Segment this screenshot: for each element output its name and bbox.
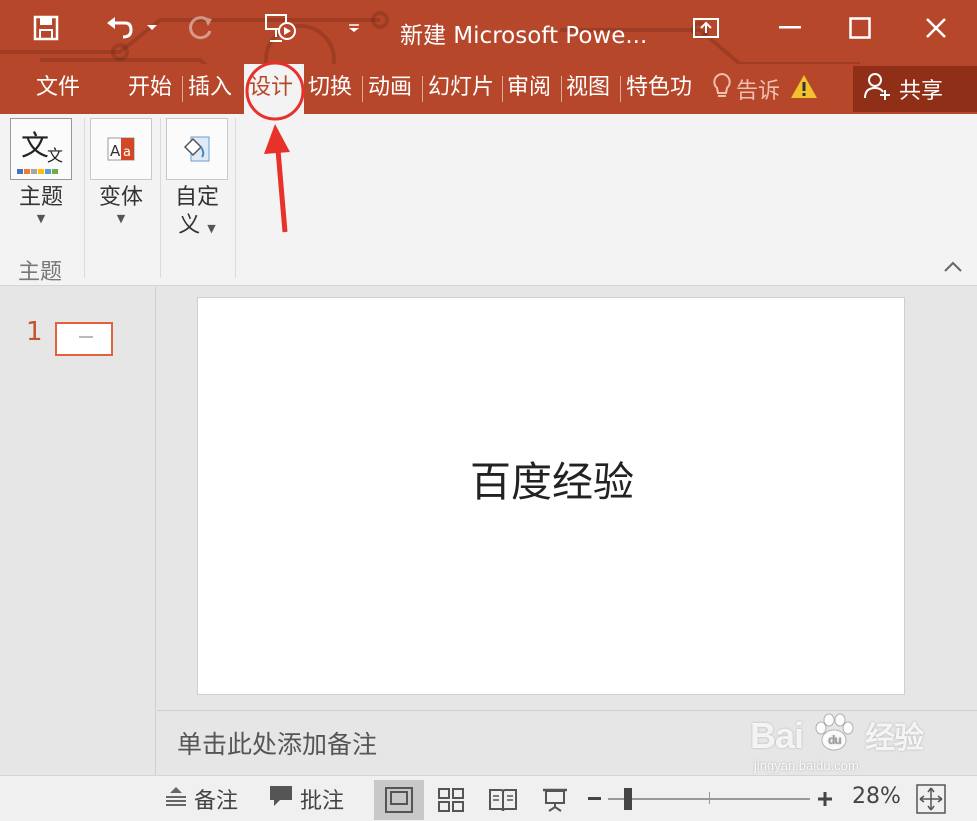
tab-separator <box>620 76 621 102</box>
share-label: 共享 <box>899 79 944 104</box>
svg-text:文: 文 <box>47 146 63 165</box>
svg-text:A: A <box>110 142 121 160</box>
tab-design[interactable]: 设计 <box>244 64 304 114</box>
reading-view-button[interactable] <box>478 780 528 820</box>
lightbulb-icon <box>712 72 732 106</box>
slide-sorter-icon <box>438 788 464 812</box>
paw-logo-icon: du <box>803 713 865 756</box>
slideshow-view-button[interactable] <box>530 780 580 820</box>
fit-slide-to-window-icon[interactable] <box>916 776 946 821</box>
slide-number: 1 <box>26 317 43 347</box>
ribbon-group-label: 主题 <box>18 260 63 285</box>
collapse-ribbon-icon[interactable] <box>943 258 963 277</box>
share-button[interactable]: 共享 <box>853 66 977 112</box>
svg-text:a: a <box>123 145 131 160</box>
reading-view-icon <box>489 789 517 812</box>
comments-toggle-label: 批注 <box>300 789 345 814</box>
themes-icon: 文 文 <box>10 118 72 180</box>
tab-transitions[interactable]: 切换 <box>308 64 352 114</box>
slide-editing-pane: 百度经验 单击此处添加备注 <box>157 287 977 775</box>
save-icon[interactable] <box>26 10 66 46</box>
tab-review[interactable]: 审阅 <box>507 64 551 114</box>
presentation-icon <box>543 788 567 812</box>
customize-icon <box>166 118 228 180</box>
ribbon-display-options-icon[interactable] <box>682 8 730 48</box>
watermark-brand: Bai <box>750 715 804 756</box>
notes-toggle-label: 备注 <box>194 789 239 814</box>
normal-view-icon <box>385 787 413 813</box>
group-separator <box>160 118 161 278</box>
customize-label-line1: 自定 <box>174 185 219 210</box>
themes-button[interactable]: 文 文 主题 ▼ <box>10 118 72 225</box>
window-title: 新建 Microsoft Powe... <box>400 23 648 49</box>
tell-me-search[interactable]: 告诉 <box>712 64 818 114</box>
group-separator <box>84 118 85 278</box>
slide-thumbnails-pane: 1 <box>0 287 156 775</box>
notes-icon <box>164 785 188 813</box>
tab-insert[interactable]: 插入 <box>188 64 232 114</box>
tell-me-label: 告诉 <box>736 79 781 104</box>
tab-animations[interactable]: 动画 <box>368 64 412 114</box>
zoom-level[interactable]: 28% <box>852 784 901 809</box>
slide-thumbnail[interactable] <box>55 322 113 356</box>
dropdown-arrow-icon: ▼ <box>116 212 126 225</box>
notes-toggle-button[interactable]: 备注 <box>164 776 238 821</box>
zoom-in-icon[interactable] <box>817 776 833 821</box>
tab-separator <box>362 76 363 102</box>
watermark-url: jingyan.baidu.com <box>754 758 859 773</box>
maximize-icon[interactable] <box>836 8 884 48</box>
normal-view-button[interactable] <box>374 780 424 820</box>
baidu-jingyan-watermark: Bai du 经验 jingyan.baidu.com <box>750 712 924 773</box>
svg-text:du: du <box>828 733 841 747</box>
thumbnail-title-preview <box>79 336 93 338</box>
customize-label: 自定 义 ▼ <box>166 184 228 243</box>
tab-file[interactable]: 文件 <box>36 64 80 114</box>
notes-placeholder: 单击此处添加备注 <box>177 730 378 759</box>
tab-separator <box>561 76 562 102</box>
slide-canvas[interactable]: 百度经验 <box>197 297 905 695</box>
variants-icon: Aa <box>90 118 152 180</box>
customize-button[interactable]: 自定 义 ▼ <box>166 118 228 243</box>
variants-label: 变体 <box>98 185 143 210</box>
tab-separator <box>422 76 423 102</box>
zoom-out-icon[interactable] <box>588 776 602 821</box>
ribbon-tab-bar: 文件 开始 插入 设计 切换 动画 幻灯片 审阅 视图 特色功 告诉 共享 <box>0 64 977 114</box>
customize-toolbar-icon[interactable] <box>344 10 364 46</box>
comments-toggle-button[interactable]: 批注 <box>268 776 344 821</box>
close-icon[interactable] <box>912 8 960 48</box>
redo-icon[interactable] <box>184 10 218 46</box>
tab-view[interactable]: 视图 <box>566 64 610 114</box>
minimize-icon[interactable] <box>766 8 814 48</box>
tab-featured[interactable]: 特色功 <box>626 64 698 114</box>
slide-title[interactable]: 百度经验 <box>198 448 906 508</box>
tab-slideshow[interactable]: 幻灯片 <box>428 64 494 114</box>
design-ribbon: 文 文 主题 ▼ Aa 变体 ▼ 自定 义 ▼ 主题 <box>0 114 977 286</box>
title-bar: 新建 Microsoft Powe... <box>0 0 977 64</box>
start-slideshow-icon[interactable] <box>262 10 298 46</box>
comment-icon <box>268 784 294 814</box>
variants-button[interactable]: Aa 变体 ▼ <box>90 118 152 225</box>
status-bar: 备注 批注 28% <box>0 775 977 821</box>
group-separator <box>235 118 236 278</box>
undo-icon[interactable] <box>102 10 136 46</box>
warning-icon[interactable] <box>790 73 818 105</box>
undo-dropdown-icon[interactable] <box>142 10 162 46</box>
customize-label-line2: 义 <box>178 213 201 238</box>
slide-sorter-view-button[interactable] <box>426 780 476 820</box>
add-person-icon <box>863 72 891 106</box>
zoom-slider-center-tick <box>709 792 710 804</box>
tab-separator <box>182 76 183 102</box>
dropdown-arrow-icon: ▼ <box>207 222 216 235</box>
watermark-product: 经验 <box>865 722 924 755</box>
tab-separator <box>502 76 503 102</box>
svg-text:文: 文 <box>21 129 49 162</box>
dropdown-arrow-icon: ▼ <box>36 212 46 225</box>
tab-home[interactable]: 开始 <box>128 64 172 114</box>
zoom-slider-thumb[interactable] <box>624 788 633 810</box>
themes-label: 主题 <box>18 185 63 210</box>
